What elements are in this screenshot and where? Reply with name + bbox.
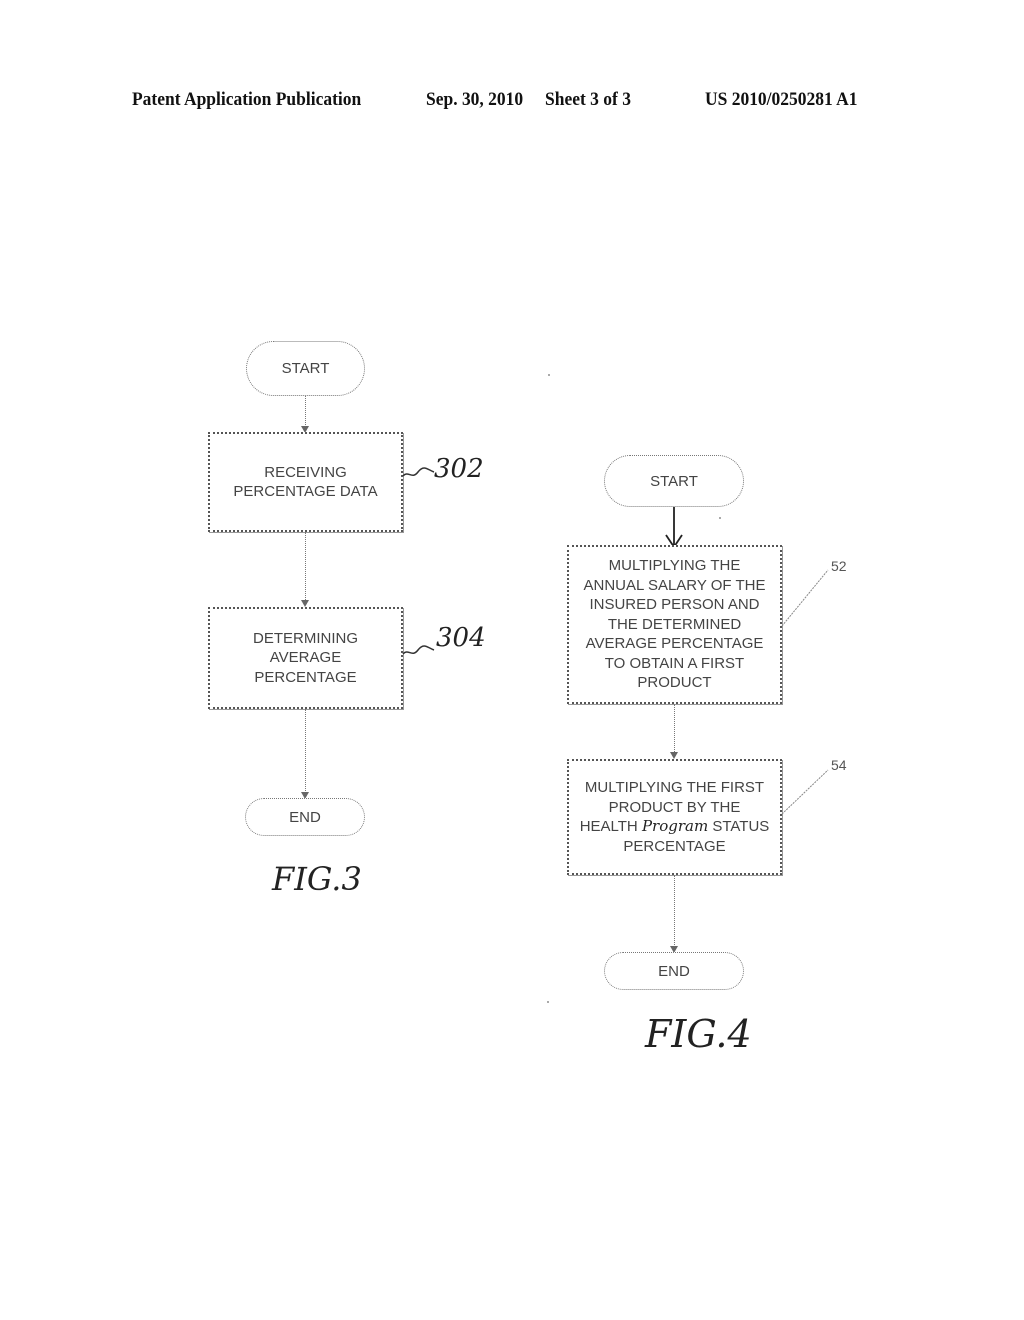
- publication-number: US 2010/0250281 A1: [705, 89, 858, 110]
- step-text-line: AVERAGE: [269, 649, 342, 667]
- fig3-ref-302: 302: [434, 454, 484, 484]
- arrow-down-icon: [665, 507, 683, 549]
- fig4-step-54: MULTIPLYING THE FIRST PRODUCT BY THE HEA…: [567, 759, 782, 875]
- scan-speck: [548, 374, 550, 376]
- fig3-label: FIG.3: [272, 860, 362, 898]
- scan-speck: [719, 517, 721, 519]
- publication-type: Patent Application Publication: [132, 89, 362, 110]
- fig4-connector-2: [674, 704, 675, 754]
- step-text-line: TO OBTAIN A FIRST: [604, 654, 745, 672]
- fig4-leader-52: [781, 569, 829, 627]
- step-text-line: INSURED PERSON AND: [589, 596, 760, 614]
- fig3-connector-2: [305, 532, 306, 602]
- step-text-prefix: HEALTH: [579, 818, 642, 835]
- step-text-line: PRODUCT: [637, 674, 712, 692]
- fig3-end-label: END: [289, 808, 321, 826]
- scan-speck: [547, 1001, 549, 1003]
- fig3-connector-3: [305, 709, 306, 797]
- step-text-line: PERCENTAGE DATA: [233, 483, 378, 500]
- step-text-line: MULTIPLYING THE: [608, 557, 741, 575]
- fig3-step-302: RECEIVING PERCENTAGE DATA: [208, 432, 403, 532]
- fig4-step-52: MULTIPLYING THE ANNUAL SALARY OF THE INS…: [567, 545, 782, 704]
- step-text-line: PRODUCT BY THE: [608, 798, 741, 816]
- step-text-line: PERCENTAGE: [623, 837, 726, 855]
- fig4-label: FIG.4: [645, 1012, 752, 1056]
- fig3-end-terminal: END: [245, 798, 365, 836]
- step-text-line: RECEIVING: [264, 463, 347, 481]
- fig3-start-label: START: [281, 360, 330, 377]
- step-text-line: THE DETERMINED: [607, 615, 742, 633]
- fig4-connector-3: [674, 875, 675, 949]
- fig3-leader-304: [402, 645, 435, 655]
- step-text-line: PERCENTAGE: [254, 668, 357, 686]
- step-text-line: HEALTH Program STATUS: [580, 817, 770, 837]
- fig3-step-304: DETERMINING AVERAGE PERCENTAGE: [208, 607, 403, 709]
- arrow-down-icon: [301, 600, 309, 607]
- step-text-suffix: STATUS: [708, 818, 770, 835]
- sheet-number: Sheet 3 of 3: [545, 89, 631, 110]
- fig4-ref-54: 54: [831, 757, 847, 773]
- step-text-line: ANNUAL SALARY OF THE: [583, 576, 766, 594]
- step-text-line: MULTIPLYING THE FIRST: [584, 779, 765, 796]
- arrow-down-icon: [670, 752, 678, 759]
- fig4-start-terminal: START: [604, 455, 744, 507]
- fig3-start-terminal: START: [246, 341, 365, 396]
- step-text-line: AVERAGE PERCENTAGE: [585, 635, 764, 653]
- fig4-end-label: END: [658, 962, 690, 980]
- fig3-leader-302: [402, 467, 435, 477]
- fig4-start-label: START: [650, 472, 698, 490]
- fig4-ref-52: 52: [831, 558, 847, 574]
- fig3-ref-304: 304: [436, 623, 486, 653]
- fig3-connector-1: [305, 396, 306, 429]
- step-text-line: DETERMINING: [253, 629, 358, 647]
- publication-date: Sep. 30, 2010: [426, 89, 524, 110]
- handwritten-word: Program: [641, 817, 709, 835]
- fig4-leader-54: [781, 769, 829, 815]
- fig4-end-terminal: END: [604, 952, 744, 990]
